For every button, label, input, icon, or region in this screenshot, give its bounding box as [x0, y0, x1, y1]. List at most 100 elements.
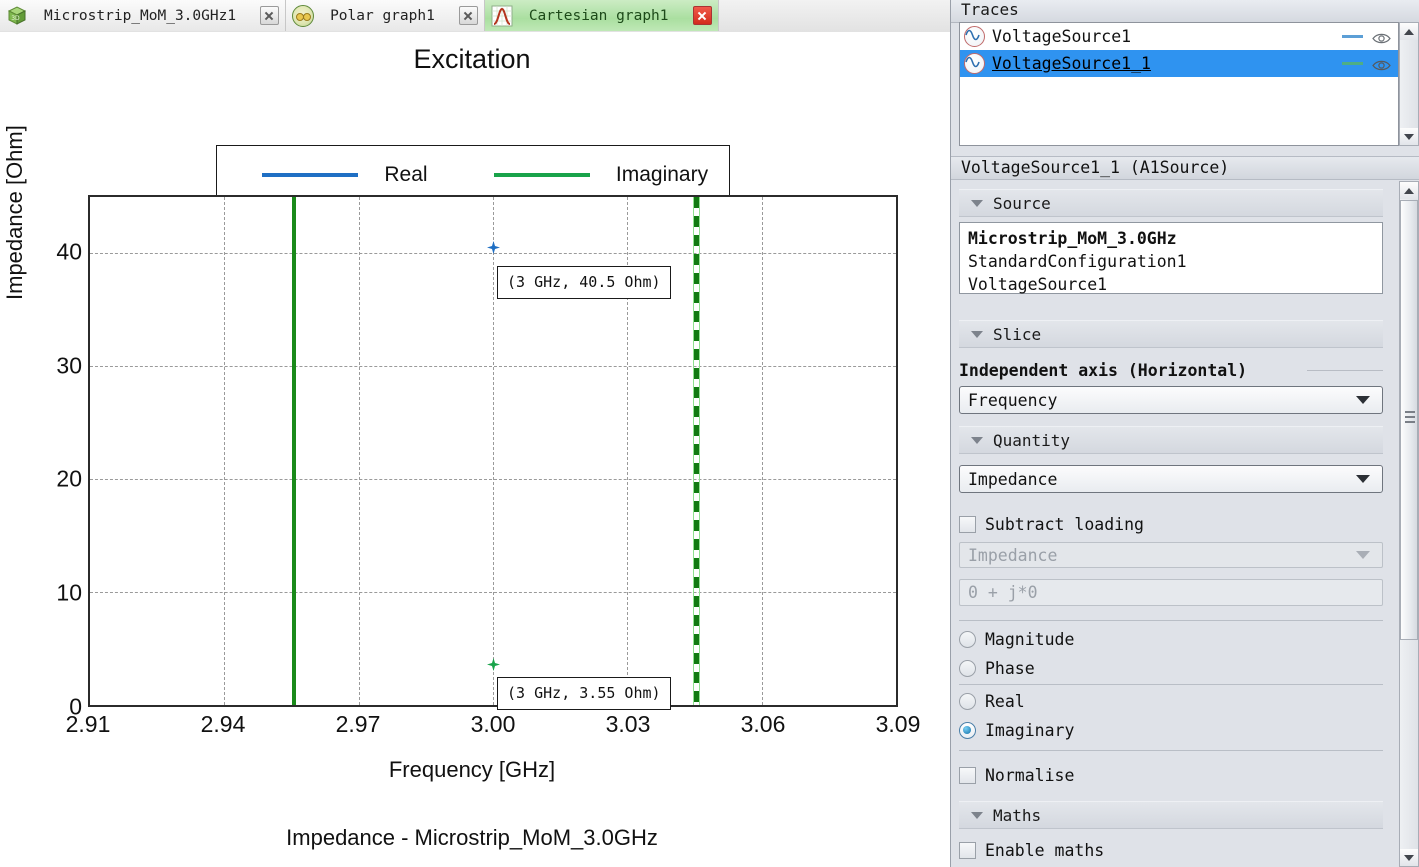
data-label-real[interactable]: (3 GHz, 40.5 Ohm) [497, 265, 671, 299]
scroll-up-icon[interactable] [1400, 23, 1418, 40]
legend-entry-imaginary: Imaginary [473, 163, 729, 187]
gridline-vertical [358, 197, 360, 705]
tab-label: Microstrip_MoM_3.0GHz1 [44, 7, 237, 24]
list-item[interactable]: VoltageSource1 [960, 23, 1398, 50]
section-header-maths[interactable]: Maths [959, 801, 1383, 829]
close-icon[interactable] [260, 6, 280, 25]
scroll-up-icon[interactable] [1400, 182, 1418, 199]
checkbox-box[interactable] [959, 842, 976, 859]
divider [959, 750, 1383, 751]
subtract-loading-checkbox[interactable]: Subtract loading [959, 515, 1144, 534]
section-header-source[interactable]: Source [959, 189, 1383, 217]
y-axis-ticks: 0 10 20 30 40 [16, 195, 82, 719]
radio-button[interactable] [959, 693, 976, 710]
section-label: Slice [993, 324, 1042, 344]
data-point-imaginary[interactable] [486, 658, 500, 672]
section-header-quantity[interactable]: Quantity [959, 426, 1383, 454]
radio-button[interactable] [959, 722, 976, 739]
x-tick: 3.09 [875, 711, 921, 737]
polar-graph-icon [292, 4, 315, 27]
subtract-loading-value-field: 0 + j*0 [959, 579, 1383, 606]
legend-label: Imaginary [615, 162, 709, 186]
gridline-vertical [761, 197, 763, 705]
radio-real[interactable]: Real [959, 692, 1025, 711]
scrollbar-thumb[interactable] [1400, 200, 1418, 640]
radio-imaginary[interactable]: Imaginary [959, 721, 1074, 740]
scroll-down-icon[interactable] [1400, 849, 1418, 866]
chart-caption: Impedance - Microstrip_MoM_3.0GHz [286, 825, 658, 850]
data-point-real[interactable] [486, 241, 500, 255]
traces-scrollbar[interactable] [1399, 22, 1419, 146]
list-item[interactable]: VoltageSource1_1 [960, 50, 1398, 77]
radio-magnitude[interactable]: Magnitude [959, 630, 1074, 649]
independent-axis-label: Independent axis (Horizontal) [959, 361, 1248, 380]
svg-text:3D: 3D [11, 15, 20, 22]
select-value: Impedance [968, 545, 1058, 565]
section-label: Maths [993, 805, 1042, 825]
waveform-source-icon [964, 53, 985, 74]
chart-title: Excitation [413, 44, 531, 74]
y-tick: 10 [56, 579, 82, 606]
data-label-imaginary[interactable]: (3 GHz, 3.55 Ohm) [497, 677, 671, 711]
section-header-slice[interactable]: Slice [959, 320, 1383, 348]
x-tick: 3.00 [470, 711, 516, 737]
y-tick: 20 [56, 465, 82, 492]
trace-label: VoltageSource1 [992, 27, 1132, 46]
close-icon[interactable] [458, 6, 478, 25]
cartesian-plot-pane: Excitation Real Imaginary Impedance [Ohm… [0, 32, 950, 867]
tab-label: Polar graph1 [330, 7, 435, 24]
trace-color-swatch [1342, 62, 1363, 65]
radio-button[interactable] [959, 631, 976, 648]
close-icon[interactable] [692, 6, 712, 25]
select-value: Frequency [968, 390, 1058, 410]
quantity-select[interactable]: Impedance [959, 465, 1383, 493]
radio-phase[interactable]: Phase [959, 659, 1035, 678]
vertical-marker-dashed[interactable] [692, 197, 700, 705]
x-axis-label: Frequency [GHz] [388, 757, 556, 782]
x-tick: 2.97 [335, 711, 381, 737]
legend-entry-real: Real [217, 163, 473, 187]
source-configuration-name: StandardConfiguration1 [968, 252, 1187, 271]
properties-scrollbar[interactable] [1399, 181, 1419, 867]
normalise-checkbox[interactable]: Normalise [959, 766, 1074, 785]
eye-icon[interactable] [1372, 30, 1391, 44]
checkbox-label: Enable maths [985, 841, 1105, 860]
checkbox-box[interactable] [959, 516, 976, 533]
traces-header: Traces [951, 0, 1419, 23]
scroll-down-icon[interactable] [1400, 128, 1418, 145]
traces-list[interactable]: VoltageSource1 VoltageSource1_1 [959, 22, 1399, 146]
subtract-loading-quantity-select: Impedance [959, 542, 1383, 568]
chevron-down-icon [971, 199, 983, 207]
plot-area[interactable]: (3 GHz, 40.5 Ohm) (3 GHz, 3.55 Ohm) [88, 195, 898, 711]
radio-button[interactable] [959, 660, 976, 677]
source-info-box: Microstrip_MoM_3.0GHz StandardConfigurat… [959, 222, 1383, 294]
trace-properties-panel: Traces VoltageSource1 VoltageSource1_1 V… [950, 0, 1419, 867]
chevron-down-icon [971, 436, 983, 444]
eye-icon[interactable] [1372, 57, 1391, 71]
divider [959, 684, 1383, 685]
radio-label: Phase [985, 659, 1035, 678]
independent-axis-select[interactable]: Frequency [959, 386, 1383, 414]
tab-cartesian-graph[interactable]: Cartesian graph1 [484, 0, 719, 31]
x-tick: 3.06 [740, 711, 786, 737]
trace-label: VoltageSource1_1 [992, 54, 1151, 73]
checkbox-label: Normalise [985, 766, 1075, 785]
chevron-down-icon [971, 330, 983, 338]
section-label: Source [993, 193, 1051, 213]
tab-polar-graph[interactable]: Polar graph1 [286, 0, 485, 31]
checkbox-box[interactable] [959, 767, 976, 784]
field-value: 0 + j*0 [968, 583, 1038, 602]
cube-3d-icon: 3D [6, 5, 28, 27]
chevron-down-icon [1356, 396, 1370, 404]
cadfeko-postfeko-window: 3D Microstrip_MoM_3.0GHz1 Polar graph1 C… [0, 0, 1419, 867]
group-rule [1307, 370, 1383, 371]
x-tick: 2.91 [65, 711, 111, 737]
enable-maths-checkbox[interactable]: Enable maths [959, 841, 1104, 860]
x-tick: 2.94 [200, 711, 246, 737]
radio-label: Imaginary [985, 721, 1075, 740]
vertical-marker-solid[interactable] [291, 197, 296, 705]
gridline-vertical [493, 197, 494, 705]
tab-microstrip-model[interactable]: 3D Microstrip_MoM_3.0GHz1 [0, 0, 287, 31]
chevron-down-icon [1356, 475, 1370, 483]
source-port-name: VoltageSource1 [968, 275, 1108, 294]
